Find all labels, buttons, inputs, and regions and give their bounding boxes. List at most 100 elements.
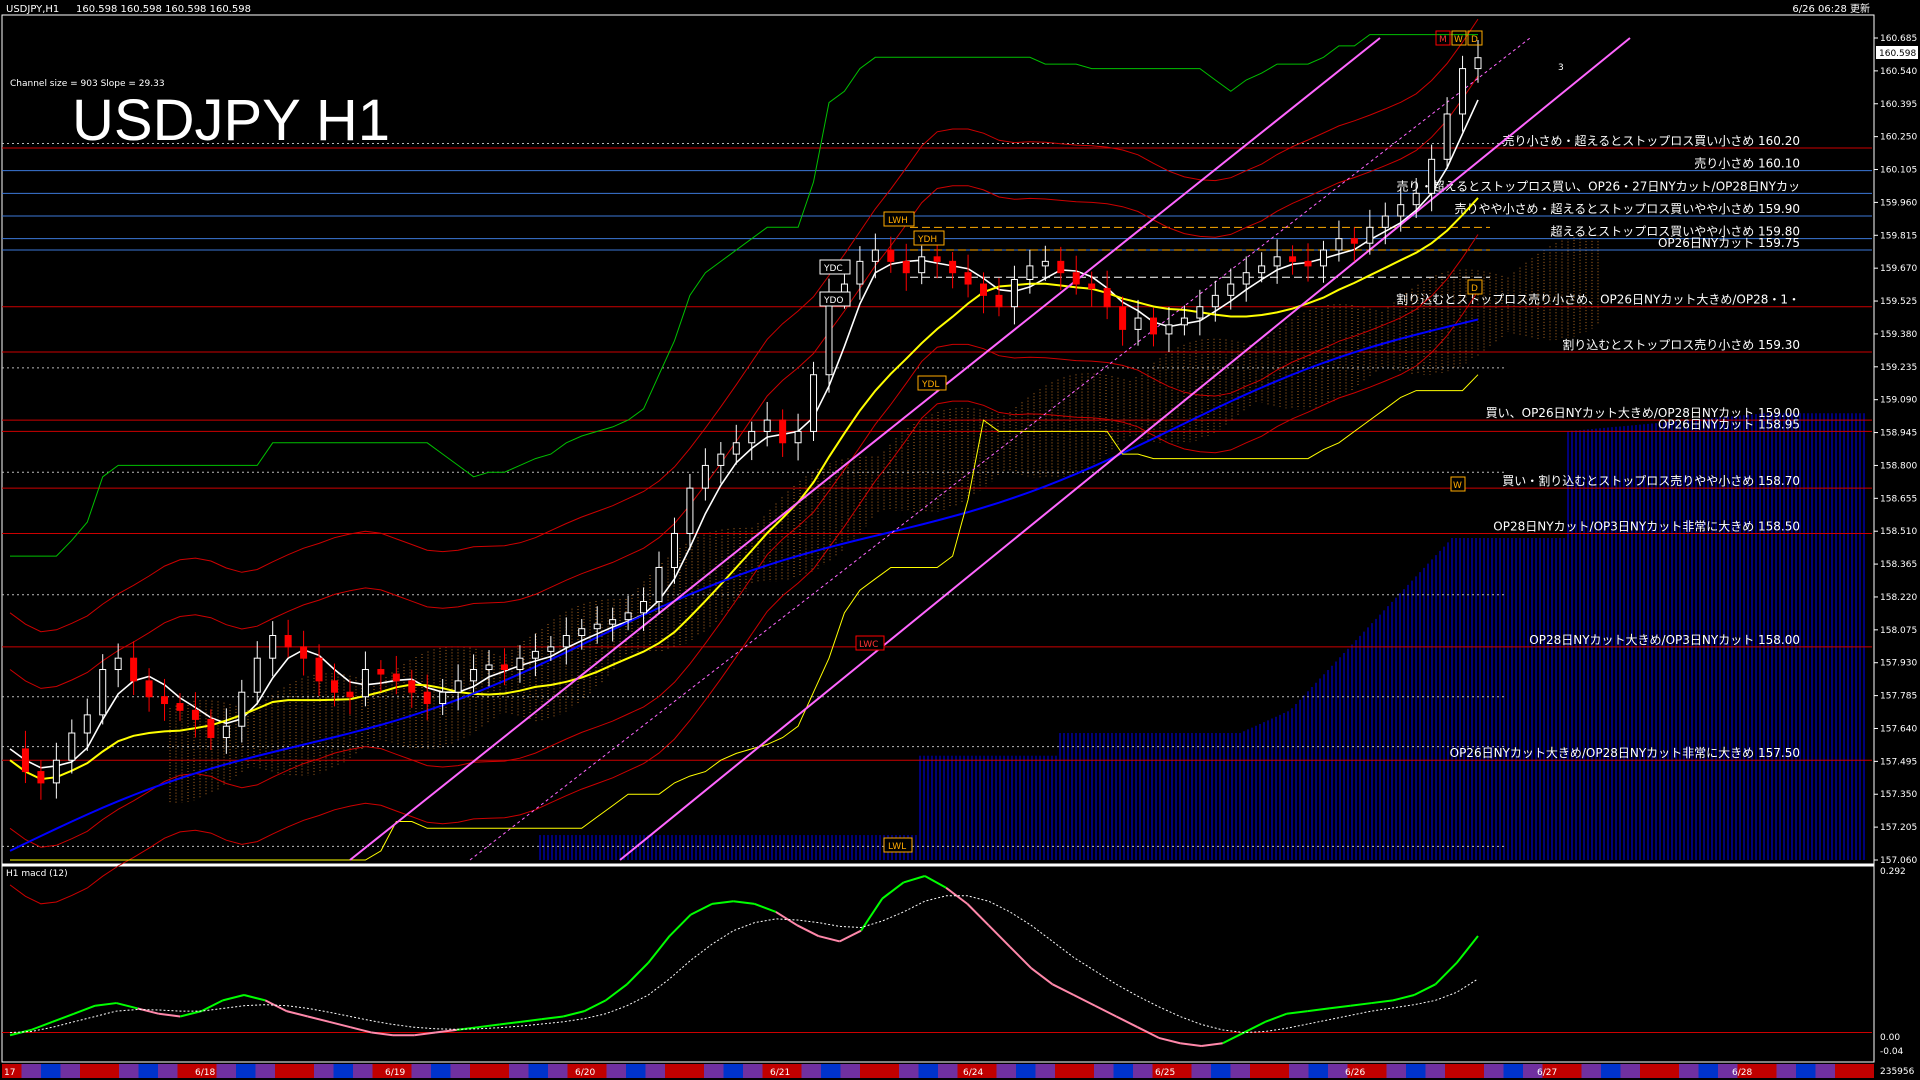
day2-tag: D <box>1471 284 1478 294</box>
candle-body <box>531 650 539 659</box>
ydc-tag: YDC <box>823 264 843 274</box>
price-tick-label: 158.220 <box>1880 593 1917 603</box>
time-tick-label: 6/25 <box>1155 1068 1175 1078</box>
candle-body <box>37 771 45 784</box>
session-bar <box>548 1064 568 1078</box>
chart-canvas: 売り小さめ・超えるとストップロス買い小さめ 160.20 売り小さめ 160.10… <box>0 0 1920 1080</box>
price-tick-label: 157.640 <box>1880 724 1917 734</box>
lwl-tag: LWL <box>888 842 906 852</box>
level-label: 売り小さめ 160.10 <box>1694 156 1800 171</box>
candle-body <box>1273 256 1281 267</box>
macd-label: H1 macd (12) <box>6 869 68 879</box>
candle-body <box>408 680 416 693</box>
session-bar <box>470 1064 490 1078</box>
session-bar <box>333 1064 353 1078</box>
session-bar <box>879 1064 899 1078</box>
candle-body <box>640 600 648 614</box>
price-tick-label: 157.495 <box>1880 757 1917 767</box>
candle-body <box>191 709 199 720</box>
candle-body <box>1103 288 1111 308</box>
session-bar <box>216 1064 236 1078</box>
session-bar <box>275 1064 295 1078</box>
session-bar <box>509 1064 529 1078</box>
candle-body <box>99 669 107 716</box>
candle-body <box>1366 226 1374 244</box>
candle-body <box>871 249 879 262</box>
time-axis: 17 6/18 6/19 6/20 6/21 6/24 6/25 6/26 6/27 6/28 <box>2 1064 1874 1078</box>
session-bar <box>60 1064 80 1078</box>
price-tick-label: 157.350 <box>1880 790 1917 800</box>
candle-body <box>361 669 369 698</box>
session-bar <box>99 1064 119 1078</box>
candle-body <box>794 430 802 444</box>
session-bar <box>21 1064 41 1078</box>
session-bar <box>1679 1064 1699 1078</box>
session-bar <box>294 1064 314 1078</box>
candle-body <box>1350 238 1358 244</box>
session-bar <box>938 1064 958 1078</box>
candle-body <box>439 691 447 705</box>
candle-body <box>748 430 756 444</box>
time-tick-label: 6/26 <box>1345 1068 1365 1078</box>
candle-body <box>1134 317 1142 330</box>
session-bar <box>450 1064 470 1078</box>
session-bar <box>899 1064 919 1078</box>
candle-body <box>269 635 277 659</box>
macd-top-value: 0.292 <box>1880 867 1906 877</box>
candle-body <box>1072 272 1080 285</box>
candle-body <box>887 249 895 262</box>
candle-body <box>114 657 122 671</box>
candle-body <box>300 646 308 659</box>
session-bar <box>41 1064 61 1078</box>
candle-body <box>1258 265 1266 274</box>
candle-body <box>161 696 169 705</box>
candle-body <box>1026 265 1034 280</box>
candle-body <box>68 732 76 761</box>
session-bar <box>606 1064 626 1078</box>
candle-body <box>284 635 292 648</box>
candle-body <box>624 612 632 621</box>
candle-body <box>763 419 771 432</box>
candle-body <box>949 260 957 274</box>
session-bar <box>1640 1064 1660 1078</box>
price-tick-label: 159.235 <box>1880 363 1917 373</box>
level-label: 割り込むとストップロス売り小さめ 159.30 <box>1562 337 1800 352</box>
session-bar <box>236 1064 256 1078</box>
session-bar <box>704 1064 724 1078</box>
session-bar <box>1854 1064 1874 1078</box>
session-bar <box>1562 1064 1582 1078</box>
lwh-tag: LWH <box>888 216 908 226</box>
candle-body <box>810 374 818 432</box>
session-bar <box>840 1064 860 1078</box>
candle-body <box>145 680 153 698</box>
candle-body <box>1211 294 1219 308</box>
candle-body <box>593 623 601 630</box>
session-bar <box>119 1064 139 1078</box>
session-bar <box>1289 1064 1309 1078</box>
candle-body <box>1289 256 1297 262</box>
session-bar <box>1484 1064 1504 1078</box>
candle-body <box>470 669 478 682</box>
current-price: 160.598 <box>1879 49 1916 59</box>
channel-number: 3 <box>1558 63 1564 73</box>
session-bar <box>996 1064 1016 1078</box>
session-bar <box>1698 1064 1718 1078</box>
session-bar <box>1776 1064 1796 1078</box>
level-label: 買い・割り込むとストップロス売りやや小さめ 158.70 <box>1502 473 1800 488</box>
candle-body <box>1428 158 1436 194</box>
price-tick-label: 158.945 <box>1880 429 1917 439</box>
level-label: 割り込むとストップロス売り小さめ、OP26日NYカット大きめ/OP28・1・ <box>1396 292 1800 307</box>
macd-zero-value: 0.00 <box>1880 1033 1900 1043</box>
level-label: OP26日NYカット大きめ/OP28日NYカット非常に大きめ 157.50 <box>1450 746 1800 760</box>
session-bar <box>1269 1064 1289 1078</box>
session-bar <box>684 1064 704 1078</box>
session-bar <box>353 1064 373 1078</box>
candle-body <box>1149 317 1157 335</box>
candle-body <box>1304 260 1312 267</box>
session-bar <box>1601 1064 1621 1078</box>
candle-body <box>562 635 570 648</box>
candle-body <box>485 664 493 671</box>
candle-body <box>1242 272 1250 285</box>
session-bar <box>1835 1064 1855 1078</box>
bottom-right-value: 235956 <box>1880 1067 1915 1077</box>
